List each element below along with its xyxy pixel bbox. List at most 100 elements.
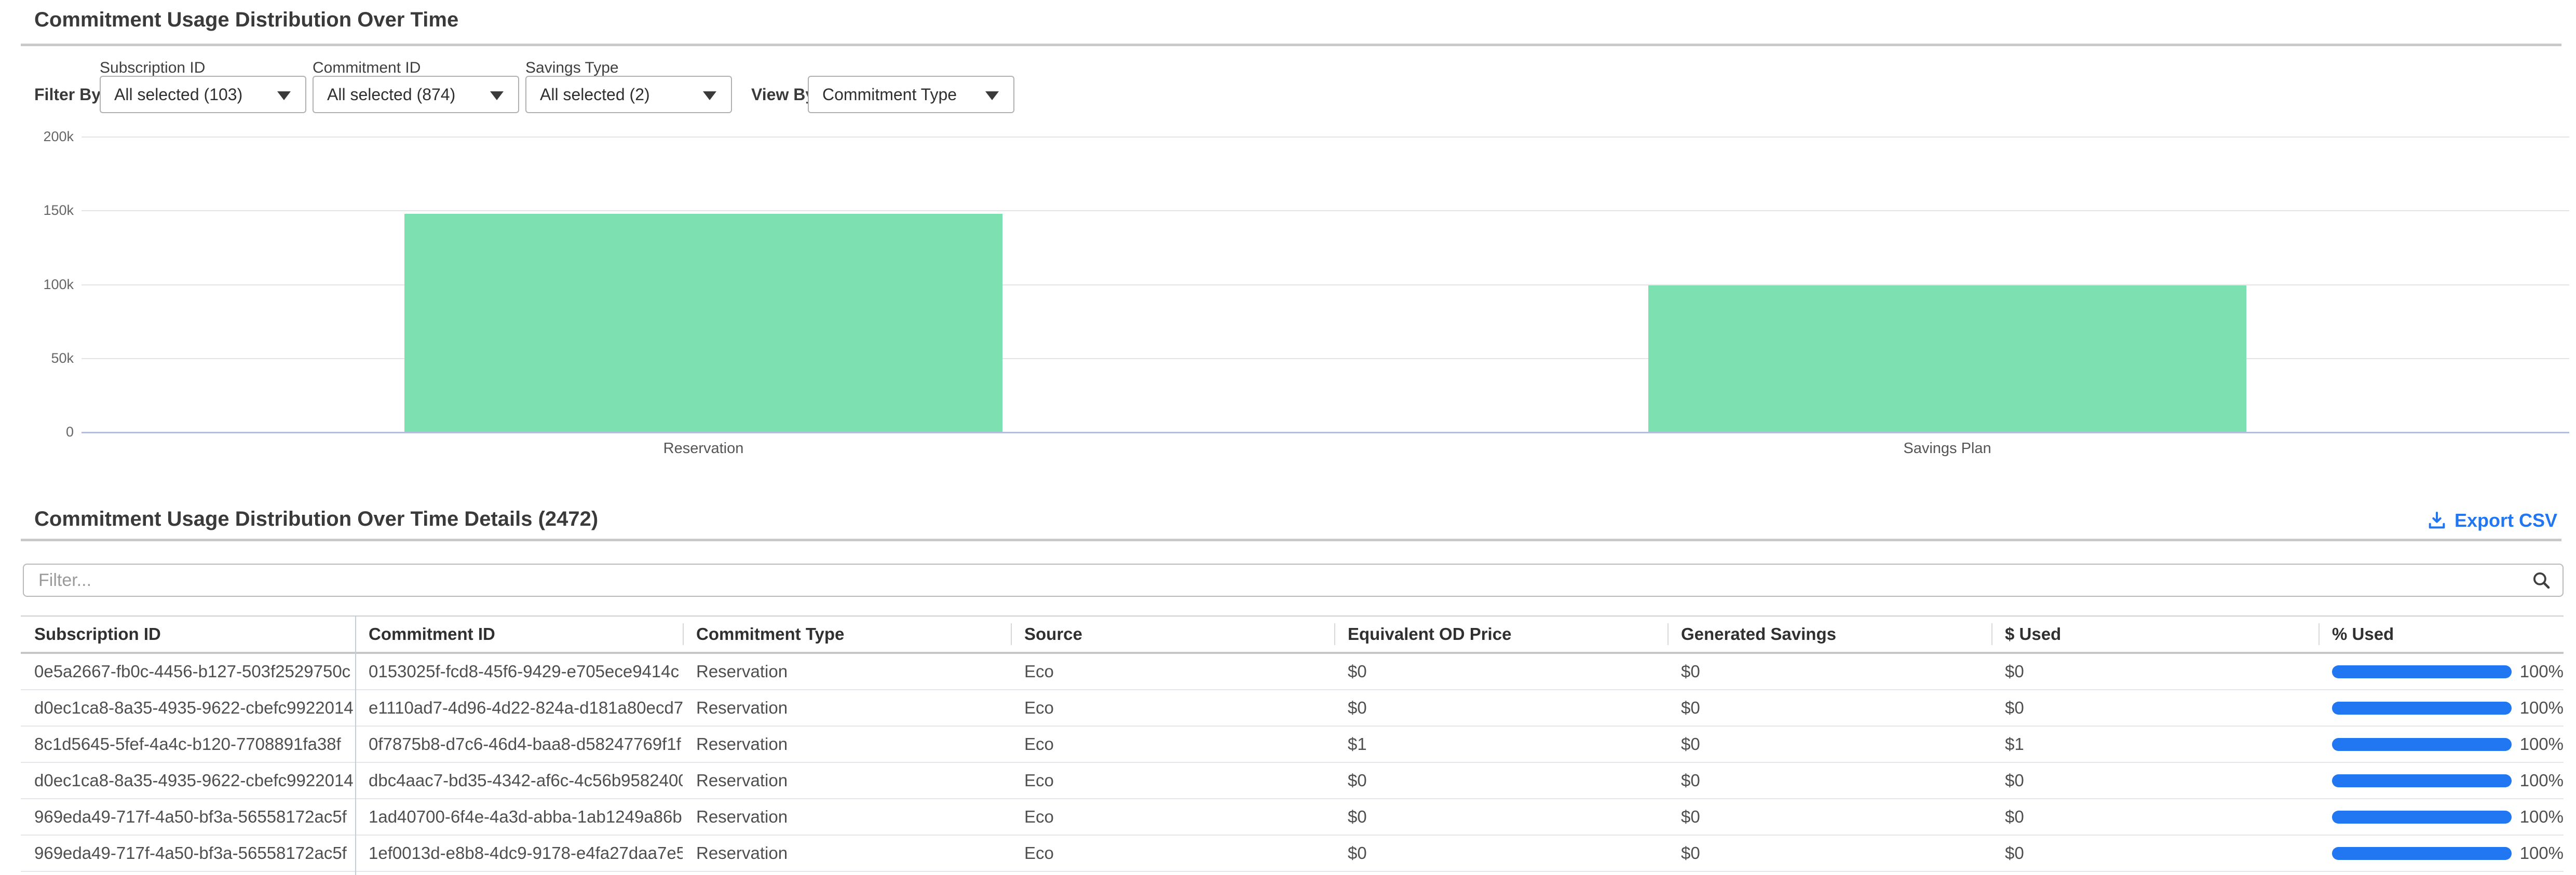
cell-pct-used: 100% (2319, 662, 2564, 681)
cell-pct-used: 100% (2319, 771, 2564, 790)
chevron-down-icon (703, 91, 716, 100)
filter-savings-type-value: All selected (2) (540, 85, 650, 104)
x-axis-category-label: Savings Plan (1792, 440, 2103, 457)
cell-generated-savings: $0 (1667, 698, 1991, 718)
view-by-value: Commitment Type (822, 85, 957, 104)
y-axis-tick-label: 50k (0, 350, 74, 366)
filter-commitment-id-value: All selected (874) (327, 85, 455, 104)
col-header-pct-used[interactable]: % Used (2319, 617, 2564, 652)
table-row: 0e5a2667-fb0c-4456-b127-503f2529750c0153… (21, 654, 2564, 690)
cell-source: Eco (1011, 698, 1334, 718)
cell-dollar-used: $1 (1991, 734, 2319, 754)
chevron-down-icon (490, 91, 504, 100)
bar-reservation (404, 214, 1002, 432)
cell-pct-used: 100% (2319, 843, 2564, 863)
table-row: 8c1d5645-5fef-4a4c-b120-7708891fa38f0f78… (21, 727, 2564, 763)
page-title: Commitment Usage Distribution Over Time (34, 8, 458, 32)
cell-dollar-used: $0 (1991, 771, 2319, 790)
cell-equivalent-od-price: $1 (1334, 734, 1667, 754)
cell-source: Eco (1011, 662, 1334, 681)
filter-subscription-id-dropdown[interactable]: All selected (103) (100, 76, 306, 113)
cell-equivalent-od-price: $0 (1334, 843, 1667, 863)
pct-used-progress-bar (2332, 738, 2512, 751)
gridline (82, 136, 2569, 138)
pct-used-label: 100% (2520, 662, 2564, 681)
pct-used-label: 100% (2520, 698, 2564, 718)
cell-generated-savings: $0 (1667, 771, 1991, 790)
filter-commitment-id-dropdown[interactable]: All selected (874) (313, 76, 519, 113)
chevron-down-icon (985, 91, 999, 100)
x-axis-line (82, 432, 2569, 433)
cell-pct-used: 100% (2319, 698, 2564, 718)
filter-savings-type-dropdown[interactable]: All selected (2) (525, 76, 732, 113)
cell-commitment-type: Reservation (683, 771, 1011, 790)
cell-dollar-used: $0 (1991, 662, 2319, 681)
pct-used-label: 100% (2520, 771, 2564, 790)
pct-used-progress-bar (2332, 811, 2512, 824)
y-axis-tick-label: 100k (0, 276, 74, 293)
pct-used-label: 100% (2520, 734, 2564, 754)
cell-equivalent-od-price: $0 (1334, 807, 1667, 827)
cell-commitment-id: 1ef0013d-e8b8-4dc9-9178-e4fa27daa7e5 (355, 843, 683, 863)
cell-commitment-id: dbc4aac7-bd35-4342-af6c-4c56b9582400 (355, 771, 683, 790)
col-header-commitment-type[interactable]: Commitment Type (683, 617, 1011, 652)
table-row: d0ec1ca8-8a35-4935-9622-cbefc9922014e111… (21, 690, 2564, 727)
cell-dollar-used: $0 (1991, 698, 2319, 718)
table-body: 0e5a2667-fb0c-4456-b127-503f2529750c0153… (21, 654, 2564, 872)
y-axis-tick-label: 150k (0, 202, 74, 218)
cell-pct-used: 100% (2319, 734, 2564, 754)
export-csv-label: Export CSV (2455, 510, 2557, 531)
pct-used-label: 100% (2520, 807, 2564, 827)
bar-savings-plan (1648, 285, 2246, 432)
gridline (82, 210, 2569, 211)
details-title: Commitment Usage Distribution Over Time … (34, 508, 598, 531)
col-header-commitment-id[interactable]: Commitment ID (355, 617, 683, 652)
filter-savings-type-label: Savings Type (525, 59, 619, 77)
pct-used-label: 100% (2520, 843, 2564, 863)
cell-dollar-used: $0 (1991, 807, 2319, 827)
filter-subscription-id-value: All selected (103) (114, 85, 242, 104)
cell-subscription-id: 969eda49-717f-4a50-bf3a-56558172ac5f (21, 807, 355, 827)
col-header-equivalent-od-price[interactable]: Equivalent OD Price (1334, 617, 1667, 652)
export-csv-button[interactable]: Export CSV (2426, 510, 2557, 531)
bar-chart: 200k150k100k50k0ReservationSavings Plan (0, 125, 2576, 470)
cell-pct-used: 100% (2319, 807, 2564, 827)
pct-used-progress-bar (2332, 774, 2512, 787)
cell-subscription-id: 8c1d5645-5fef-4a4c-b120-7708891fa38f (21, 734, 355, 754)
cell-commitment-type: Reservation (683, 662, 1011, 681)
cell-subscription-id: 0e5a2667-fb0c-4456-b127-503f2529750c (21, 662, 355, 681)
cell-generated-savings: $0 (1667, 662, 1991, 681)
cell-commitment-type: Reservation (683, 734, 1011, 754)
cell-subscription-id: d0ec1ca8-8a35-4935-9622-cbefc9922014 (21, 698, 355, 718)
x-axis-category-label: Reservation (548, 440, 859, 457)
col-header-generated-savings[interactable]: Generated Savings (1667, 617, 1991, 652)
details-table: Subscription ID Commitment ID Commitment… (21, 616, 2564, 875)
col-header-source[interactable]: Source (1011, 617, 1334, 652)
cell-source: Eco (1011, 843, 1334, 863)
cell-subscription-id: 969eda49-717f-4a50-bf3a-56558172ac5f (21, 843, 355, 863)
col-header-subscription-id[interactable]: Subscription ID (21, 617, 355, 652)
cell-commitment-type: Reservation (683, 807, 1011, 827)
pct-used-progress-bar (2332, 847, 2512, 860)
cell-commitment-id: 0f7875b8-d7c6-46d4-baa8-d58247769f1f (355, 734, 683, 754)
search-icon[interactable] (2530, 569, 2552, 591)
pct-used-progress-bar (2332, 665, 2512, 678)
cell-commitment-type: Reservation (683, 698, 1011, 718)
table-row: 969eda49-717f-4a50-bf3a-56558172ac5f1ad4… (21, 799, 2564, 836)
cell-subscription-id: d0ec1ca8-8a35-4935-9622-cbefc9922014 (21, 771, 355, 790)
table-row: d0ec1ca8-8a35-4935-9622-cbefc9922014dbc4… (21, 763, 2564, 799)
view-by-dropdown[interactable]: Commitment Type (808, 76, 1014, 113)
cell-commitment-id: 1ad40700-6f4e-4a3d-abba-1ab1249a86bd (355, 807, 683, 827)
cell-source: Eco (1011, 807, 1334, 827)
cell-source: Eco (1011, 734, 1334, 754)
table-filter-input[interactable] (23, 564, 2564, 597)
col-header-dollar-used[interactable]: $ Used (1991, 617, 2319, 652)
cell-equivalent-od-price: $0 (1334, 771, 1667, 790)
y-axis-tick-label: 200k (0, 128, 74, 145)
cell-commitment-type: Reservation (683, 843, 1011, 863)
column-resize-divider[interactable] (355, 616, 356, 875)
section-divider (21, 539, 2561, 541)
cell-generated-savings: $0 (1667, 734, 1991, 754)
cell-generated-savings: $0 (1667, 807, 1991, 827)
filter-by-label: Filter By: (34, 85, 106, 104)
